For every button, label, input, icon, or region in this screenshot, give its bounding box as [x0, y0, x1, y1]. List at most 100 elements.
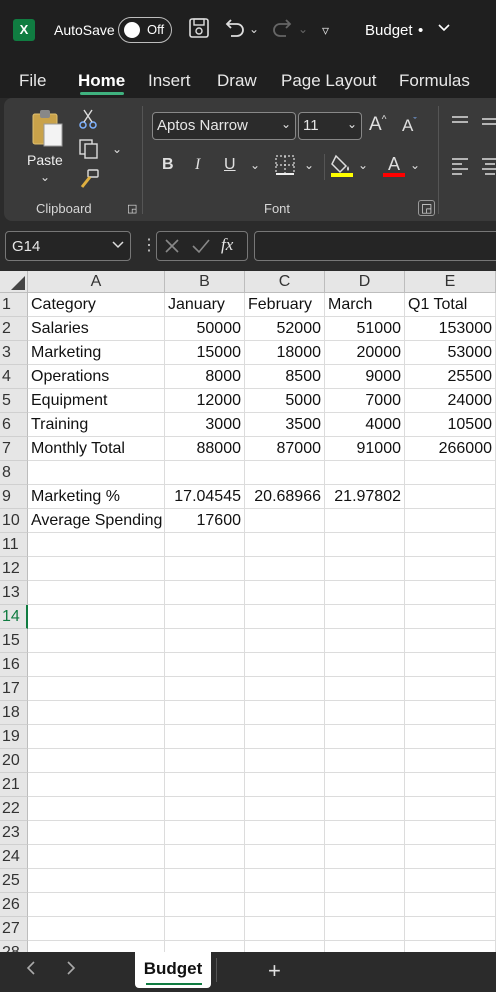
- align-left-icon[interactable]: [450, 156, 470, 181]
- cell-e15[interactable]: [405, 629, 496, 653]
- cell-a11[interactable]: [28, 533, 165, 557]
- cell-c5[interactable]: 5000: [245, 389, 325, 413]
- column-header-a[interactable]: A: [28, 271, 165, 293]
- cell-c10[interactable]: [245, 509, 325, 533]
- cell-a1[interactable]: Category: [28, 293, 165, 317]
- cell-e23[interactable]: [405, 821, 496, 845]
- cell-a17[interactable]: [28, 677, 165, 701]
- fill-color-icon[interactable]: [330, 152, 354, 183]
- row-header[interactable]: 16: [0, 653, 28, 677]
- row-header[interactable]: 9: [0, 485, 28, 509]
- cell-d9[interactable]: 21.97802: [325, 485, 405, 509]
- cell-e19[interactable]: [405, 725, 496, 749]
- row-header[interactable]: 18: [0, 701, 28, 725]
- cell-b24[interactable]: [165, 845, 245, 869]
- next-sheet-icon[interactable]: [64, 960, 78, 981]
- cell-e21[interactable]: [405, 773, 496, 797]
- cell-c8[interactable]: [245, 461, 325, 485]
- cell-a26[interactable]: [28, 893, 165, 917]
- cell-d28[interactable]: [325, 941, 405, 952]
- cell-b9[interactable]: 17.04545: [165, 485, 245, 509]
- font-size-select[interactable]: 11 ⌄: [298, 112, 362, 140]
- tab-formulas[interactable]: Formulas: [399, 71, 470, 91]
- cell-c27[interactable]: [245, 917, 325, 941]
- row-header[interactable]: 15: [0, 629, 28, 653]
- cell-a18[interactable]: [28, 701, 165, 725]
- cell-b8[interactable]: [165, 461, 245, 485]
- name-box[interactable]: G14: [5, 231, 131, 261]
- copy-dropdown-icon[interactable]: ⌄: [112, 142, 122, 156]
- column-header-e[interactable]: E: [405, 271, 496, 293]
- cell-c19[interactable]: [245, 725, 325, 749]
- row-header[interactable]: 21: [0, 773, 28, 797]
- cell-d6[interactable]: 4000: [325, 413, 405, 437]
- cell-c11[interactable]: [245, 533, 325, 557]
- cell-b27[interactable]: [165, 917, 245, 941]
- increase-font-size-icon[interactable]: A^: [369, 114, 386, 136]
- cell-e5[interactable]: 24000: [405, 389, 496, 413]
- cell-e6[interactable]: 10500: [405, 413, 496, 437]
- cell-a19[interactable]: [28, 725, 165, 749]
- font-launcher-icon[interactable]: ◲: [418, 200, 436, 216]
- cell-c20[interactable]: [245, 749, 325, 773]
- cell-a6[interactable]: Training: [28, 413, 165, 437]
- prev-sheet-icon[interactable]: [24, 960, 38, 981]
- cell-e4[interactable]: 25500: [405, 365, 496, 389]
- cell-a20[interactable]: [28, 749, 165, 773]
- save-icon[interactable]: [188, 17, 210, 44]
- cell-d1[interactable]: March: [325, 293, 405, 317]
- cell-b13[interactable]: [165, 581, 245, 605]
- cell-a23[interactable]: [28, 821, 165, 845]
- cell-b17[interactable]: [165, 677, 245, 701]
- cell-d12[interactable]: [325, 557, 405, 581]
- cell-e27[interactable]: [405, 917, 496, 941]
- fill-color-dropdown-icon[interactable]: ⌄: [358, 158, 368, 172]
- paste-icon[interactable]: [30, 108, 66, 155]
- cell-b5[interactable]: 12000: [165, 389, 245, 413]
- cell-d8[interactable]: [325, 461, 405, 485]
- align-top-icon[interactable]: [450, 114, 470, 135]
- cell-d25[interactable]: [325, 869, 405, 893]
- tab-draw[interactable]: Draw: [217, 71, 257, 91]
- underline-dropdown-icon[interactable]: ⌄: [250, 158, 260, 172]
- cell-b26[interactable]: [165, 893, 245, 917]
- cell-e9[interactable]: [405, 485, 496, 509]
- cell-a27[interactable]: [28, 917, 165, 941]
- row-header[interactable]: 5: [0, 389, 28, 413]
- select-all-corner[interactable]: [0, 271, 28, 293]
- cell-a10[interactable]: Average Spending: [28, 509, 165, 533]
- cell-c4[interactable]: 8500: [245, 365, 325, 389]
- cell-d17[interactable]: [325, 677, 405, 701]
- cell-c25[interactable]: [245, 869, 325, 893]
- paste-label[interactable]: Paste: [27, 152, 63, 168]
- cell-d3[interactable]: 20000: [325, 341, 405, 365]
- cell-d13[interactable]: [325, 581, 405, 605]
- cell-b25[interactable]: [165, 869, 245, 893]
- cell-c12[interactable]: [245, 557, 325, 581]
- copy-icon[interactable]: [78, 138, 100, 165]
- cell-a15[interactable]: [28, 629, 165, 653]
- cell-a4[interactable]: Operations: [28, 365, 165, 389]
- font-name-select[interactable]: Aptos Narrow ⌄: [152, 112, 296, 140]
- row-header[interactable]: 13: [0, 581, 28, 605]
- cell-c13[interactable]: [245, 581, 325, 605]
- cell-c22[interactable]: [245, 797, 325, 821]
- cell-b11[interactable]: [165, 533, 245, 557]
- tab-file[interactable]: File: [19, 71, 46, 91]
- cell-a21[interactable]: [28, 773, 165, 797]
- cell-d18[interactable]: [325, 701, 405, 725]
- cell-d14[interactable]: [325, 605, 405, 629]
- cell-c21[interactable]: [245, 773, 325, 797]
- cell-e16[interactable]: [405, 653, 496, 677]
- cell-a9[interactable]: Marketing %: [28, 485, 165, 509]
- cell-e12[interactable]: [405, 557, 496, 581]
- clipboard-launcher-icon[interactable]: ◲: [127, 202, 137, 215]
- cell-d16[interactable]: [325, 653, 405, 677]
- cut-icon[interactable]: [78, 108, 98, 135]
- cell-b6[interactable]: 3000: [165, 413, 245, 437]
- cell-d11[interactable]: [325, 533, 405, 557]
- cell-d22[interactable]: [325, 797, 405, 821]
- row-header[interactable]: 23: [0, 821, 28, 845]
- cell-d24[interactable]: [325, 845, 405, 869]
- cell-a24[interactable]: [28, 845, 165, 869]
